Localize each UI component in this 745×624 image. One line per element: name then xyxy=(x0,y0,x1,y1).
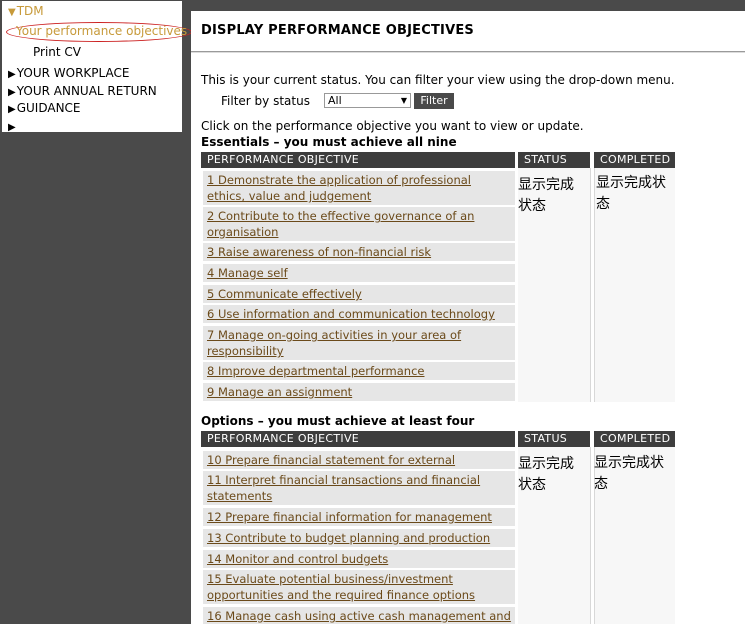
objective-link[interactable]: 3 Raise awareness of non-financial risk xyxy=(207,245,431,259)
table-row: 6 Use information and communication tech… xyxy=(203,305,515,323)
objective-link[interactable]: 7 Manage on-going activities in your are… xyxy=(207,328,461,358)
table-row: 1 Demonstrate the application of profess… xyxy=(203,171,515,205)
nav-item-more[interactable]: ▶ xyxy=(8,118,17,136)
table-row: 7 Manage on-going activities in your are… xyxy=(203,326,515,360)
objective-link[interactable]: 11 Interpret financial transactions and … xyxy=(207,473,480,503)
table-row: 16 Manage cash using active cash managem… xyxy=(203,607,515,624)
header-completed: COMPLETED xyxy=(594,431,675,447)
dropdown-arrow-icon: ▼ xyxy=(400,96,407,105)
objective-link[interactable]: 16 Manage cash using active cash managem… xyxy=(207,609,511,623)
main-panel: DISPLAY PERFORMANCE OBJECTIVES This is y… xyxy=(191,11,745,624)
status-filter-select[interactable]: All ▼ xyxy=(324,93,411,108)
nav-item-your-workplace[interactable]: ▶YOUR WORKPLACE xyxy=(8,65,129,83)
table-row: 15 Evaluate potential business/investmen… xyxy=(203,570,515,604)
table-row: 14 Monitor and control budgets xyxy=(203,550,515,568)
status-cell: 显示完成状态 xyxy=(518,456,574,493)
completed-cell: 显示完成状态 xyxy=(596,175,666,212)
essentials-title: Essentials – you must achieve all nine xyxy=(201,135,457,149)
objective-link[interactable]: 2 Contribute to the effective governance… xyxy=(207,209,474,239)
objective-link[interactable]: 1 Demonstrate the application of profess… xyxy=(207,173,471,203)
table-row: 8 Improve departmental performance xyxy=(203,362,515,380)
completed-cell: 显示完成状态 xyxy=(594,455,664,492)
expand-right-icon: ▶ xyxy=(8,122,16,133)
header-completed: COMPLETED xyxy=(594,152,675,168)
column-divider xyxy=(590,168,591,402)
divider xyxy=(191,52,745,53)
table-row: 4 Manage self xyxy=(203,264,515,282)
header-status: STATUS xyxy=(518,431,590,447)
filter-select-value: All xyxy=(328,94,342,107)
nav-item-performance-objectives[interactable]: Your performance objectives xyxy=(16,23,187,39)
objective-link[interactable]: 5 Communicate effectively xyxy=(207,287,362,301)
objective-link[interactable]: 12 Prepare financial information for man… xyxy=(207,510,492,524)
nav-item-label: TDM xyxy=(16,4,44,18)
expand-down-icon: ▼ xyxy=(8,7,16,18)
page-title: DISPLAY PERFORMANCE OBJECTIVES xyxy=(201,23,474,38)
nav-item-tdm[interactable]: ▼TDM xyxy=(8,3,44,21)
column-divider xyxy=(590,447,591,624)
table-row: 5 Communicate effectively xyxy=(203,285,515,303)
expand-right-icon: ▶ xyxy=(8,104,16,115)
filter-button[interactable]: Filter xyxy=(414,93,454,109)
status-cell: 显示完成状态 xyxy=(518,177,574,214)
nav-item-annual-return[interactable]: ▶YOUR ANNUAL RETURN xyxy=(8,83,157,101)
table-row: 9 Manage an assignment xyxy=(203,383,515,401)
expand-right-icon: ▶ xyxy=(8,87,16,98)
table-row: 12 Prepare financial information for man… xyxy=(203,508,515,526)
nav-item-guidance[interactable]: ▶GUIDANCE xyxy=(8,100,81,118)
sidebar-nav: ▼TDM Your performance objectives Print C… xyxy=(2,1,192,133)
objective-link[interactable]: 15 Evaluate potential business/investmen… xyxy=(207,572,475,602)
objective-link[interactable]: 4 Manage self xyxy=(207,266,288,280)
header-status: STATUS xyxy=(518,152,590,168)
filter-label: Filter by status xyxy=(221,94,310,108)
objective-link[interactable]: 8 Improve departmental performance xyxy=(207,364,425,378)
header-objective: PERFORMANCE OBJECTIVE xyxy=(201,152,515,168)
nav-item-label: GUIDANCE xyxy=(16,101,81,115)
column-divider xyxy=(594,168,595,402)
table-row: 10 Prepare financial statement for exter… xyxy=(203,451,515,483)
header-objective: PERFORMANCE OBJECTIVE xyxy=(201,431,515,447)
instruction-text: Click on the performance objective you w… xyxy=(201,119,584,133)
objective-link[interactable]: 13 Contribute to budget planning and pro… xyxy=(207,531,490,545)
objective-link[interactable]: 9 Manage an assignment xyxy=(207,385,352,399)
table-row: 13 Contribute to budget planning and pro… xyxy=(203,529,515,547)
options-title: Options – you must achieve at least four xyxy=(201,414,475,428)
expand-right-icon: ▶ xyxy=(8,69,16,80)
objective-link[interactable]: 14 Monitor and control budgets xyxy=(207,552,388,566)
nav-item-label: Print CV xyxy=(33,45,82,59)
nav-item-print-cv[interactable]: Print CV xyxy=(33,44,81,60)
nav-item-label: YOUR ANNUAL RETURN xyxy=(16,84,157,98)
nav-item-label: YOUR WORKPLACE xyxy=(16,66,130,80)
table-row: 2 Contribute to the effective governance… xyxy=(203,207,515,241)
table-row: 11 Interpret financial transactions and … xyxy=(203,471,515,505)
nav-item-label: Your performance objectives xyxy=(16,24,188,38)
table-row: 3 Raise awareness of non-financial risk xyxy=(203,243,515,261)
objective-link[interactable]: 6 Use information and communication tech… xyxy=(207,307,495,321)
intro-text: This is your current status. You can fil… xyxy=(201,73,675,87)
